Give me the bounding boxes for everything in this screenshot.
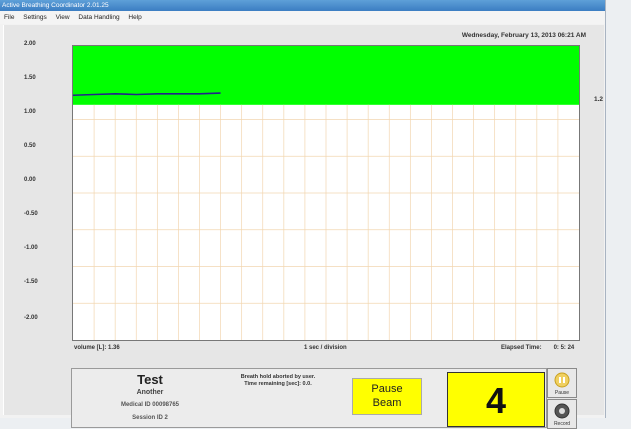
y-tick-label: -1.50	[24, 279, 38, 285]
gating-threshold-value: 1.2	[594, 96, 604, 103]
main-panel: Wednesday, February 13, 2013 06:21 AM 2.…	[3, 25, 604, 429]
pause-button-label: Pause	[554, 390, 570, 396]
pause-beam-indicator: Pause Beam	[352, 378, 422, 415]
chart-svg	[73, 46, 579, 340]
countdown-counter: 4	[447, 372, 545, 427]
y-tick-label: 0.00	[24, 177, 36, 183]
menu-view[interactable]: View	[56, 14, 70, 21]
y-tick-label: -1.00	[24, 245, 38, 251]
pause-icon	[554, 372, 570, 388]
patient-second-name: Another	[136, 389, 164, 396]
app-window: Active Breathing Coordinator 2.01.25 Fil…	[0, 0, 606, 429]
gating-band	[73, 46, 579, 105]
y-tick-label: 0.50	[24, 143, 36, 149]
record-icon	[554, 403, 570, 419]
status-message-line: Breath hold aborted by user.	[240, 374, 316, 380]
y-tick-label: 1.50	[24, 75, 36, 81]
breathing-chart	[72, 45, 580, 341]
menu-settings[interactable]: Settings	[23, 14, 47, 21]
medical-id: Medical ID 00098765	[120, 402, 180, 408]
elapsed-time: Elapsed Time: 0: 5: 24	[501, 345, 574, 351]
y-tick-label: -2.00	[24, 315, 38, 321]
datetime-display: Wednesday, February 13, 2013 06:21 AM	[461, 32, 586, 39]
record-button-label: Record	[553, 421, 571, 427]
y-tick-label: -0.50	[24, 211, 38, 217]
menu-data-handling[interactable]: Data Handling	[78, 14, 119, 21]
y-tick-label: 1.00	[24, 109, 36, 115]
elapsed-time-label: Elapsed Time:	[501, 345, 542, 351]
beam-line: Pause	[371, 383, 403, 395]
pause-button[interactable]: Pause	[547, 368, 577, 398]
elapsed-time-value: 0: 5: 24	[553, 345, 575, 351]
menu-file[interactable]: File	[4, 14, 14, 21]
menu-bar: File Settings View Data Handling Help	[0, 11, 605, 24]
record-button[interactable]: Record	[547, 399, 577, 429]
status-message: Breath hold aborted by user. Time remain…	[230, 374, 326, 388]
session-id: Session ID 2	[132, 415, 168, 421]
status-panel: Test Another Medical ID 00098765 Session…	[71, 368, 547, 428]
status-message-line: Time remaining [sec]: 0.0.	[244, 381, 312, 387]
window-title: Active Breathing Coordinator 2.01.25	[0, 0, 605, 11]
volume-readout: volume [L]: 1.36	[74, 345, 120, 351]
beam-line: Beam	[372, 397, 402, 409]
patient-name: Test	[137, 372, 163, 387]
menu-help[interactable]: Help	[128, 14, 141, 21]
time-scale-label: 1 sec / division	[304, 345, 347, 351]
y-tick-label: 2.00	[24, 41, 36, 47]
